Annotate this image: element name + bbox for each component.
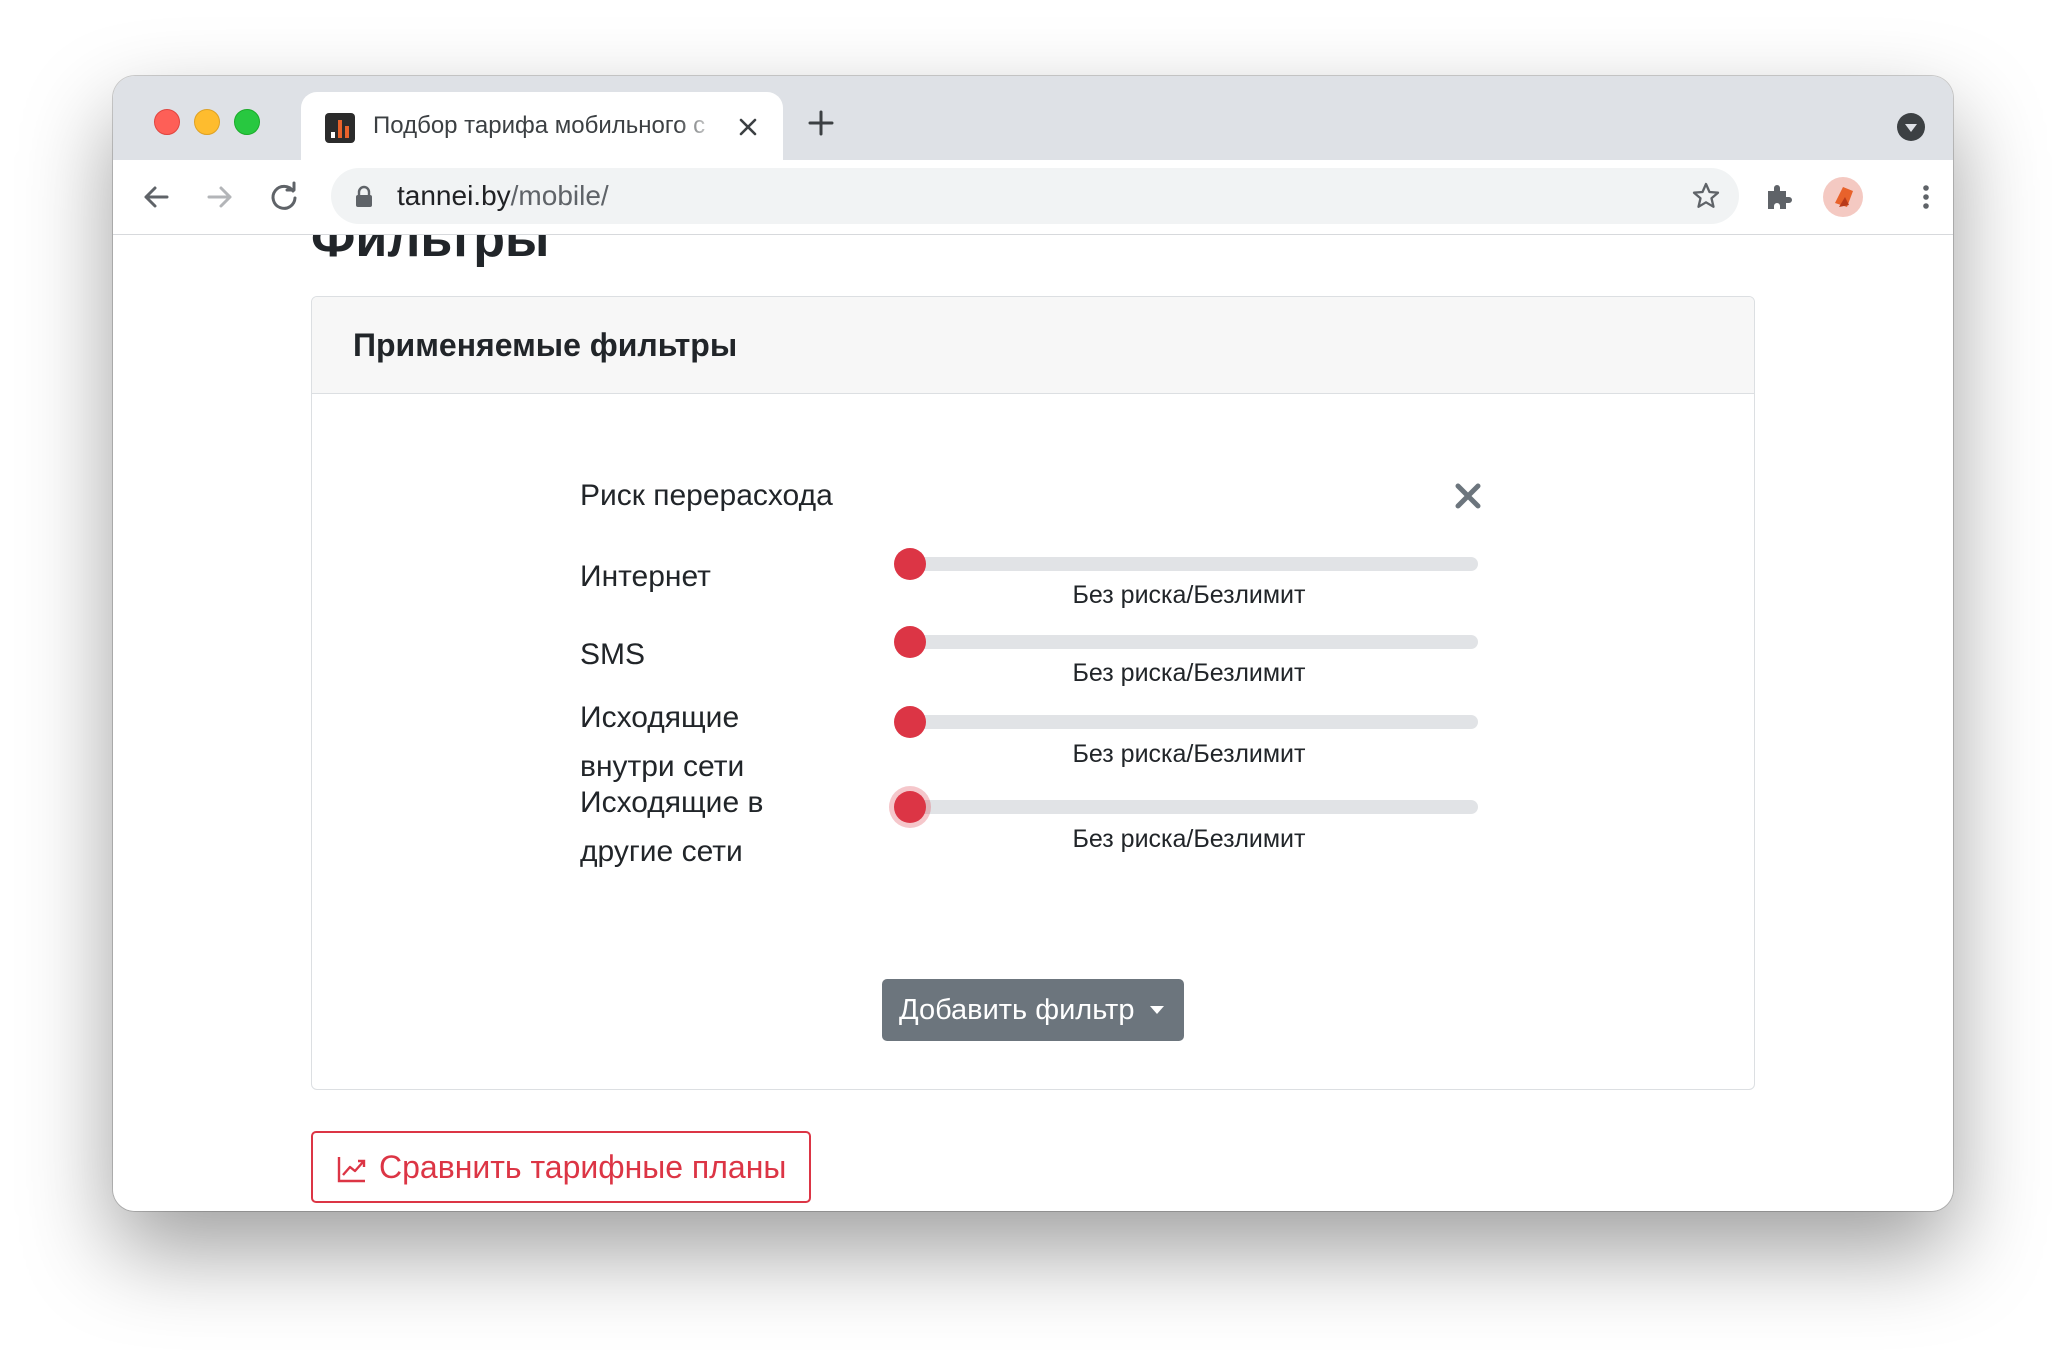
filter-label-in-network: Исходящие внутри сети [580, 701, 745, 783]
slider-thumb-internet[interactable] [894, 548, 926, 580]
slider-value-internet: Без риска/Безлимит [1072, 581, 1306, 609]
filter-label-other-networks: Исходящие в другие сети [580, 786, 764, 868]
star-icon[interactable] [1691, 181, 1721, 211]
puzzle-icon[interactable] [1762, 181, 1794, 213]
chart-line-icon [337, 1157, 366, 1183]
close-icon[interactable] [1455, 483, 1481, 509]
back-arrow-icon[interactable] [140, 181, 172, 213]
applied-filters-card: Применяемые фильтры Риск перерасхода Инт… [311, 296, 1755, 1090]
page-title: Фильтры [311, 235, 550, 268]
slider-thumb-other-networks[interactable] [894, 791, 926, 823]
address-bar[interactable]: tannei.by/mobile/ [331, 168, 1739, 224]
page-content: Фильтры Применяемые фильтры Риск перерас… [113, 235, 1953, 1211]
browser-toolbar: tannei.by/mobile/ [113, 160, 1953, 235]
slider-track-other-networks[interactable] [900, 800, 1478, 814]
slider-track-internet[interactable] [900, 557, 1478, 571]
zoom-window-button[interactable] [234, 109, 260, 135]
slider-thumb-in-network[interactable] [894, 706, 926, 738]
profile-avatar[interactable] [1823, 177, 1863, 217]
forward-arrow-icon[interactable] [204, 181, 236, 213]
url-path: /mobile/ [510, 180, 609, 211]
add-filter-button[interactable]: Добавить фильтр [882, 979, 1184, 1041]
slider-value-sms: Без риска/Безлимит [1072, 659, 1306, 687]
reload-icon[interactable] [268, 181, 300, 213]
tab-title: Подбор тарифа мобильного с [373, 112, 706, 139]
lock-icon[interactable] [355, 185, 373, 207]
tab-search-icon[interactable] [1896, 112, 1926, 142]
compare-plans-label: Сравнить тарифные планы [379, 1149, 787, 1185]
add-filter-label: Добавить фильтр [899, 994, 1135, 1026]
filter-label-internet: Интернет [580, 560, 711, 593]
browser-window: Подбор тарифа мобильного с tannei.by/mob… [113, 76, 1953, 1211]
more-vert-icon[interactable] [1910, 181, 1942, 213]
slider-value-in-network: Без риска/Безлимит [1072, 740, 1306, 768]
active-tab[interactable]: Подбор тарифа мобильного с [301, 92, 783, 160]
close-window-button[interactable] [154, 109, 180, 135]
url-text: tannei.by/mobile/ [397, 168, 609, 224]
site-favicon-icon [325, 113, 355, 143]
new-tab-icon[interactable] [807, 109, 835, 137]
minimize-window-button[interactable] [194, 109, 220, 135]
avatar-image-icon [1835, 187, 1853, 207]
chevron-down-icon [1150, 1006, 1164, 1014]
slider-track-sms[interactable] [900, 635, 1478, 649]
tab-strip: Подбор тарифа мобильного с [113, 76, 1953, 160]
url-host: tannei.by [397, 180, 511, 211]
risk-group-title: Риск перерасхода [580, 479, 833, 512]
filter-label-sms: SMS [580, 638, 646, 671]
slider-thumb-sms[interactable] [894, 626, 926, 658]
slider-track-in-network[interactable] [900, 715, 1478, 729]
compare-plans-button[interactable]: Сравнить тарифные планы [311, 1131, 811, 1203]
slider-value-other-networks: Без риска/Безлимит [1072, 825, 1306, 853]
tab-close-icon[interactable] [737, 116, 759, 138]
card-header: Применяемые фильтры [312, 297, 1754, 394]
